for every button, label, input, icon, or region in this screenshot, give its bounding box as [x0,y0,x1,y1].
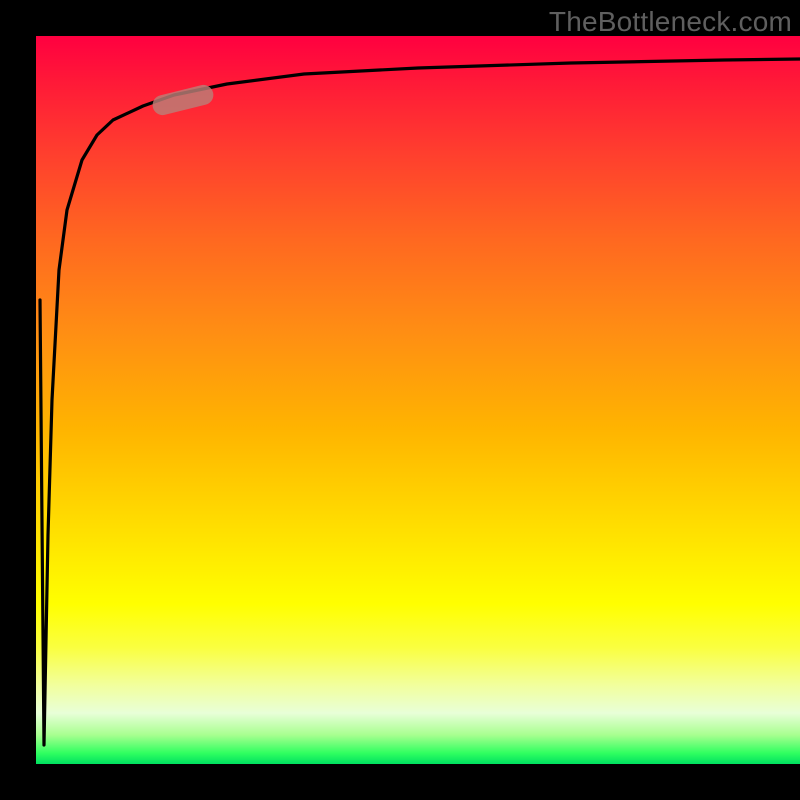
chart-container: TheBottleneck.com [0,0,800,800]
plot-gradient-area [36,36,800,764]
watermark-label: TheBottleneck.com [549,6,792,38]
